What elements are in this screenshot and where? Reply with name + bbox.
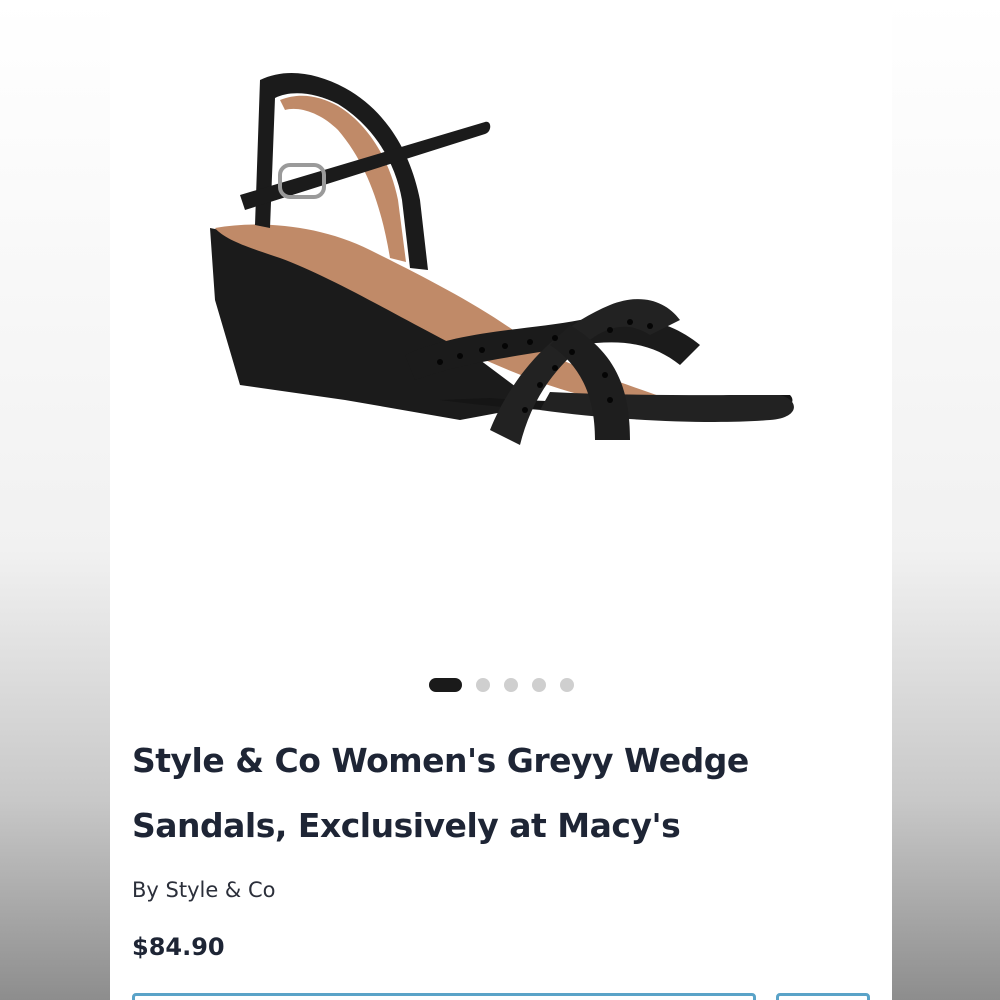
product-image[interactable] <box>110 0 892 660</box>
blurred-backdrop-left <box>0 0 110 1000</box>
product-card: Style & Co Women's Greyy Wedge Sandals, … <box>110 0 892 1000</box>
sandal-illustration <box>210 73 794 445</box>
carousel-dot-active[interactable] <box>428 678 462 692</box>
product-brand[interactable]: By Style & Co <box>132 878 276 902</box>
carousel-indicator <box>110 678 892 692</box>
product-price: $84.90 <box>132 933 225 961</box>
carousel-dot[interactable] <box>475 678 490 692</box>
carousel-dot[interactable] <box>559 678 574 692</box>
primary-action-button[interactable] <box>132 993 756 1000</box>
carousel-dot[interactable] <box>531 678 546 692</box>
product-title-line-1: Style & Co Women's Greyy Wedge <box>132 741 749 780</box>
carousel-dot[interactable] <box>503 678 518 692</box>
secondary-action-button[interactable] <box>776 993 870 1000</box>
blurred-backdrop-right <box>892 0 1000 1000</box>
product-title: Style & Co Women's Greyy Wedge Sandals, … <box>132 728 852 858</box>
product-title-line-2: Sandals, Exclusively at Macy's <box>132 806 681 845</box>
